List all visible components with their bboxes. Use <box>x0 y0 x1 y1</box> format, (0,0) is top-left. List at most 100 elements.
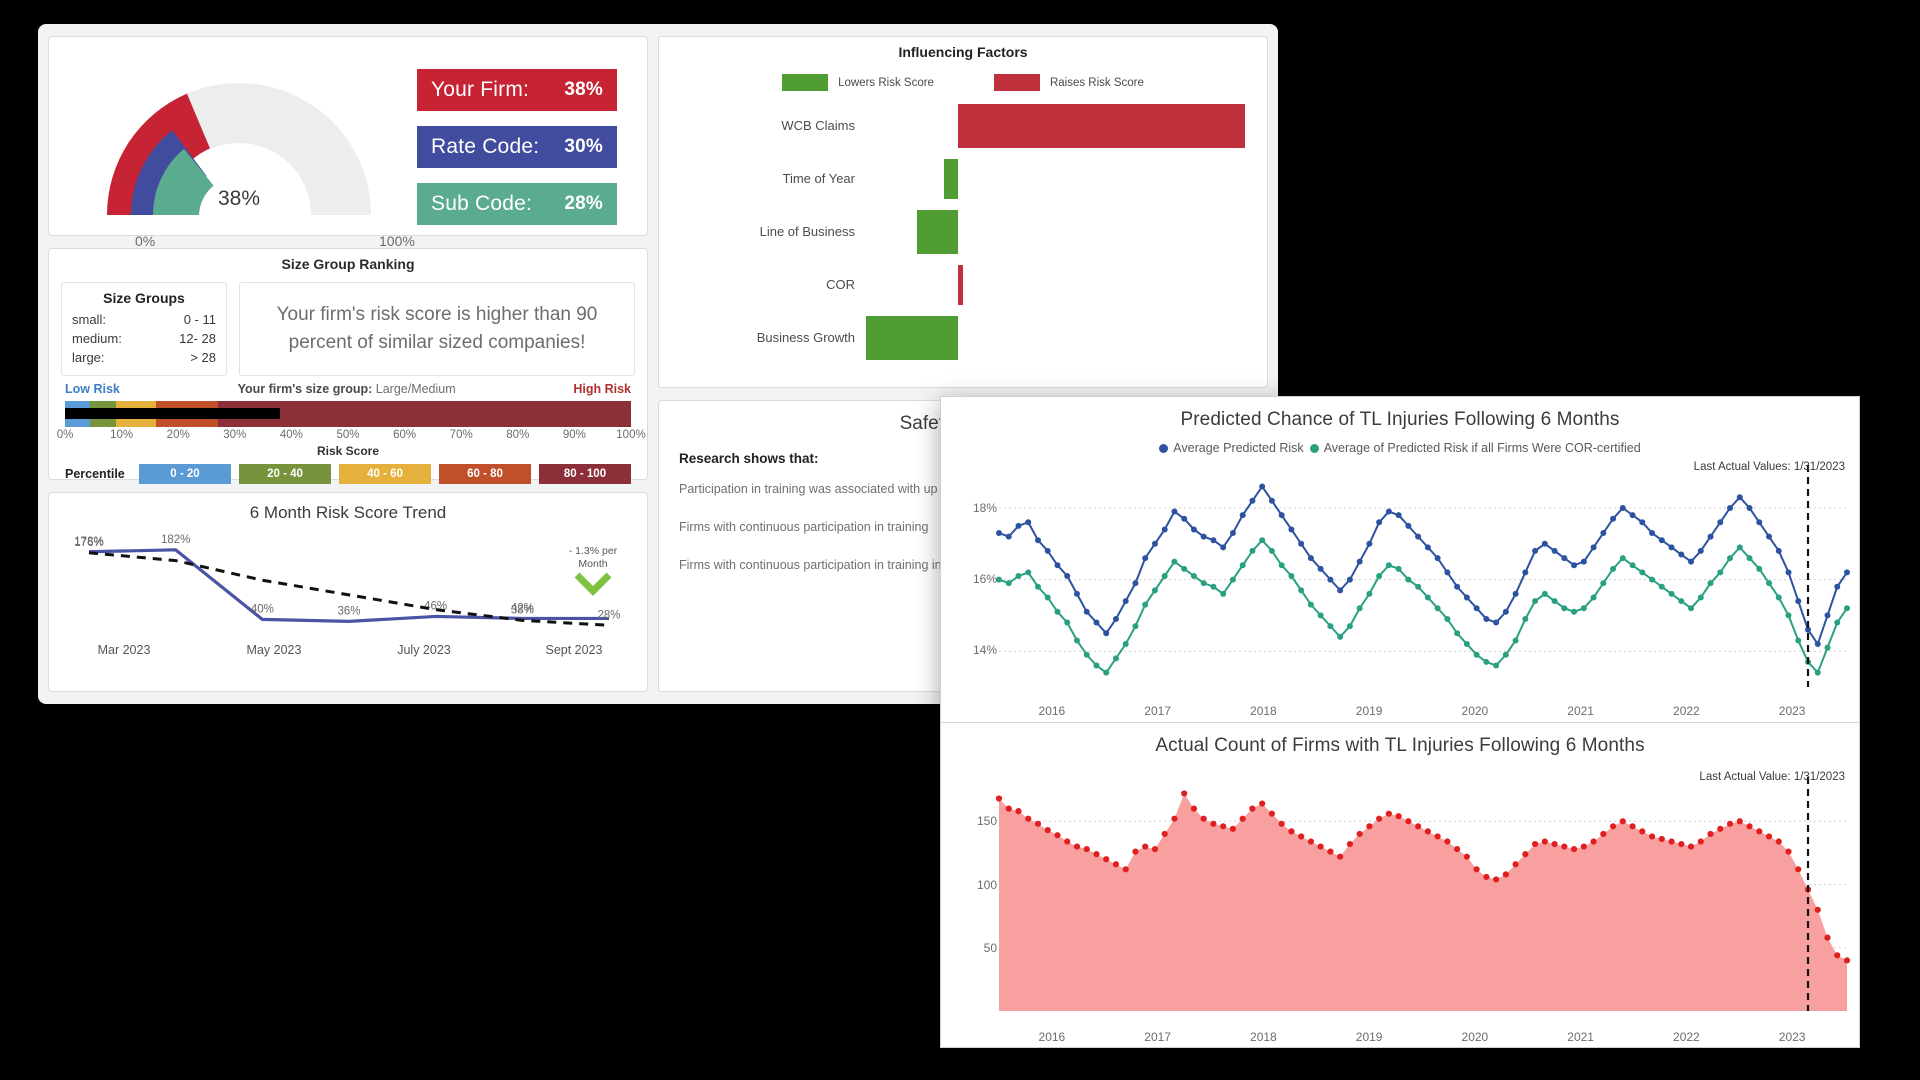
influencing-factors-title: Influencing Factors <box>898 44 1028 60</box>
trend-annotation-text: - 1.3% per Month <box>568 545 618 571</box>
data-point <box>1541 540 1548 547</box>
factor-bar-zone <box>881 258 1267 311</box>
data-point <box>1532 598 1539 605</box>
data-point <box>1639 569 1646 576</box>
data-point <box>1551 598 1558 605</box>
data-point <box>1697 838 1704 845</box>
data-point <box>1151 540 1158 547</box>
risk-score-tick: 10% <box>110 428 134 441</box>
data-point <box>1814 641 1821 648</box>
data-point <box>1122 598 1129 605</box>
data-point <box>1307 838 1315 845</box>
x-axis-tick: 2022 <box>1673 704 1700 718</box>
x-axis-tick: 2023 <box>1778 1030 1806 1044</box>
data-point <box>1522 851 1529 858</box>
x-axis-tick: 2017 <box>1144 1030 1171 1044</box>
data-point <box>1005 533 1012 540</box>
data-point <box>1483 873 1490 881</box>
data-point <box>1444 615 1451 622</box>
data-point <box>1444 569 1451 576</box>
data-point <box>1083 651 1090 658</box>
data-point <box>1307 601 1314 608</box>
data-point <box>1142 601 1149 608</box>
data-point <box>1259 483 1266 490</box>
data-point <box>1229 530 1236 537</box>
percentile-chip: 80 - 100 <box>539 463 631 484</box>
data-point <box>1385 562 1392 569</box>
data-point <box>1775 838 1782 845</box>
data-point <box>1317 565 1324 572</box>
data-point <box>1629 562 1636 569</box>
badge-sub-code-value: 28% <box>564 193 603 214</box>
trend-x-tick: Mar 2023 <box>97 643 151 657</box>
trend-data-label: 38% <box>511 604 534 616</box>
data-point <box>1366 823 1373 830</box>
data-point <box>1249 805 1256 812</box>
data-point <box>1512 590 1519 597</box>
badge-rate-code-label: Rate Code: <box>431 135 540 158</box>
factor-bar <box>865 315 959 360</box>
data-point <box>1580 558 1587 565</box>
data-point <box>1834 619 1841 626</box>
trend-data-label: 182% <box>161 534 190 546</box>
data-point <box>1736 544 1743 551</box>
data-point <box>1843 957 1851 964</box>
trend-data-label: 28% <box>597 609 620 621</box>
risk-score-tick: 60% <box>393 428 417 441</box>
data-point <box>1580 605 1587 612</box>
data-point <box>1756 828 1763 835</box>
data-point <box>1229 825 1237 832</box>
legend-item-raises: Raises Risk Score <box>993 74 1144 91</box>
factor-bar-zone <box>881 152 1267 205</box>
factor-label: Time of Year <box>782 171 855 186</box>
data-point <box>1619 504 1626 511</box>
data-point <box>1112 615 1119 622</box>
data-point <box>1678 598 1685 605</box>
data-point <box>1112 655 1119 662</box>
trend-chart-svg: 178% 182%40% 36% 46% 42%176%38% 28% <box>74 534 621 627</box>
size-group-message: Your firm's risk score is higher than 90… <box>239 282 635 376</box>
data-point <box>1268 810 1276 817</box>
data-point <box>1785 612 1792 619</box>
data-point <box>1190 573 1197 579</box>
data-point <box>1103 630 1110 637</box>
data-point <box>1415 583 1422 590</box>
data-point <box>1171 558 1178 565</box>
data-point <box>1356 830 1363 838</box>
data-point <box>1844 605 1850 612</box>
risk-score-tick: 0% <box>56 428 74 441</box>
data-point <box>1707 830 1714 838</box>
data-point <box>1268 547 1275 554</box>
size-group-row: small: 0 - 11 <box>72 311 216 330</box>
risk-dashboard: 38% 0% 100% Your Firm: 38% Rate Code: 30… <box>0 0 1920 1080</box>
data-point <box>1151 587 1158 594</box>
data-point <box>1551 547 1558 554</box>
data-point <box>1570 845 1578 853</box>
legend-swatch-green <box>782 74 829 91</box>
predicted-chance-legend: Average Predicted Risk Average of Predic… <box>941 441 1859 455</box>
trend-x-tick: Sept 2023 <box>545 643 603 657</box>
data-point <box>1736 818 1743 825</box>
data-point <box>1151 845 1159 853</box>
data-point <box>1434 555 1441 562</box>
data-point <box>1142 555 1149 562</box>
risk-gauge: 38% 0% 100% <box>89 55 415 249</box>
data-point <box>1298 540 1305 547</box>
data-point <box>1171 815 1178 822</box>
data-point <box>1834 583 1841 590</box>
data-point <box>1668 544 1675 551</box>
data-point <box>1756 519 1763 526</box>
data-point <box>1424 544 1431 551</box>
data-point <box>1249 547 1256 554</box>
risk-score-tick: 30% <box>223 428 247 441</box>
your-size-group-prefix: Your firm's size group: <box>237 381 373 396</box>
data-point <box>1064 838 1071 845</box>
data-point <box>1249 497 1256 504</box>
data-point <box>1493 662 1500 669</box>
factor-row: Business Growth <box>659 311 1267 364</box>
gauge-max-label: 100% <box>379 233 415 249</box>
data-point <box>1064 573 1071 579</box>
data-point <box>1005 805 1012 812</box>
x-axis-tick: 2020 <box>1461 1030 1489 1044</box>
series-line <box>998 538 1848 675</box>
